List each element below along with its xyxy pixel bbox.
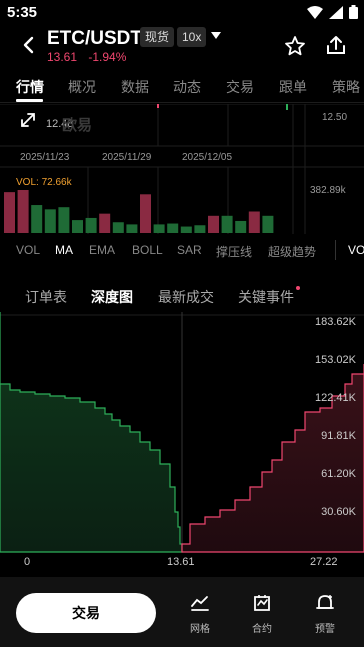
grid-chart-icon: [191, 596, 209, 611]
indicator-divider: [335, 240, 336, 260]
candle-tip: [286, 104, 288, 110]
back-icon[interactable]: [18, 34, 40, 56]
favorite-star-icon[interactable]: [284, 35, 306, 57]
volume-bar: [153, 224, 165, 233]
tab-market[interactable]: 行情: [16, 77, 44, 97]
volume-bar: [44, 209, 56, 233]
candle-tip: [157, 104, 159, 108]
tab-trade[interactable]: 交易: [226, 77, 254, 97]
volume-bar: [4, 192, 15, 233]
tab-key-events[interactable]: 关键事件: [238, 287, 294, 307]
volume-bar: [221, 215, 233, 233]
depth-y-tick: 91.81K: [321, 430, 357, 442]
watermark: 欧易: [62, 116, 92, 134]
volume-bar: [167, 223, 179, 233]
price-axis-label: 12.50: [322, 112, 347, 123]
status-time: 5:35: [7, 4, 38, 21]
date-label: 2025/12/05: [182, 152, 232, 163]
depth-y-tick: 30.60K: [321, 506, 357, 518]
volume-bar: [58, 207, 70, 233]
volume-bar: [208, 215, 219, 233]
share-icon[interactable]: [325, 34, 347, 56]
volume-bar: [235, 220, 247, 233]
leverage-badge: 10x: [177, 27, 207, 47]
volume-bar: [85, 217, 97, 233]
indicator-ema[interactable]: EMA: [89, 243, 115, 257]
tab-depth-chart[interactable]: 深度图: [91, 287, 133, 307]
volume-bar: [194, 225, 206, 233]
nav-alert-label: 预警: [315, 624, 335, 635]
last-price: 13.61: [47, 50, 78, 64]
volume-bar: [180, 226, 192, 233]
price-row: 13.61 -1.94%: [47, 50, 126, 64]
nav-contract-label: 合约: [252, 624, 272, 635]
tab-strategy[interactable]: 策略: [332, 77, 360, 97]
indicator-boll[interactable]: BOLL: [132, 243, 163, 257]
depth-chart-canvas: 183.62K 153.02K 122.41K 91.81K 61.20K 30…: [0, 312, 364, 568]
indicator-support-resistance[interactable]: 撑压线: [216, 243, 252, 260]
volume-bar: [31, 205, 43, 233]
indicator-vol[interactable]: VOL: [16, 243, 40, 257]
wifi-icon: [307, 5, 323, 19]
signal-icon: [329, 5, 343, 19]
nav-contract[interactable]: 合约: [242, 593, 282, 635]
depth-x-tick: 0: [24, 556, 30, 568]
tab-overview[interactable]: 概况: [68, 77, 96, 97]
nav-alert[interactable]: 预警: [305, 593, 345, 635]
indicator-ma[interactable]: MA: [55, 243, 73, 257]
vol-label: VOL: 72.66k: [16, 177, 73, 188]
market-type-badge: 现货: [140, 27, 175, 47]
date-label: 2025/11/29: [102, 152, 152, 163]
tab-copy-trading[interactable]: 跟单: [279, 77, 307, 97]
main-tabs: 行情 概况 数据 动态 交易 跟单 策略: [0, 73, 364, 103]
trade-button[interactable]: 交易: [16, 593, 156, 633]
expand-icon[interactable]: [21, 113, 35, 127]
contract-icon: [254, 595, 270, 611]
status-bar: 5:35: [0, 0, 364, 26]
volume-bar: [72, 220, 83, 233]
notification-dot: [296, 286, 300, 290]
nav-grid-label: 网格: [190, 624, 210, 635]
active-tab-indicator: [16, 99, 43, 102]
nav-grid[interactable]: 网格: [180, 593, 220, 635]
status-icons: [307, 5, 358, 19]
volume-bar: [262, 215, 274, 233]
tab-orderbook[interactable]: 订单表: [25, 287, 67, 307]
indicator-vo[interactable]: VO: [348, 243, 364, 257]
price-change: -1.94%: [88, 50, 127, 64]
volume-bar: [126, 224, 138, 233]
indicator-sar[interactable]: SAR: [177, 243, 202, 257]
pair-title[interactable]: ETC/USDT: [47, 28, 142, 50]
bid-depth-area: [0, 312, 183, 553]
bottom-action-bar: 交易 网格 合约 预警: [0, 577, 364, 647]
tab-latest-trades[interactable]: 最新成交: [158, 287, 214, 307]
volume-bar: [99, 213, 111, 233]
depth-x-tick: 27.22: [310, 556, 338, 568]
volume-bars: [4, 190, 274, 233]
depth-y-tick: 61.20K: [321, 468, 357, 480]
kline-chart[interactable]: 12.48 欧易 12.50 2025/11/23 2025/11/29 202…: [0, 103, 364, 234]
alert-bell-icon: [316, 595, 334, 609]
volume-bar: [17, 190, 29, 233]
tab-news[interactable]: 动态: [173, 77, 201, 97]
volume-bar: [112, 222, 124, 233]
depth-y-tick: 122.41K: [315, 392, 357, 404]
depth-chart[interactable]: 183.62K 153.02K 122.41K 91.81K 61.20K 30…: [0, 312, 364, 577]
depth-y-tick: 153.02K: [315, 354, 357, 366]
indicator-tabs: VOL MA EMA BOLL SAR 撑压线 超级趋势 VO: [0, 240, 364, 262]
depth-x-tick: 13.61: [167, 556, 195, 568]
sub-tabs: 订单表 深度图 最新成交 关键事件: [0, 284, 364, 310]
vol-axis-label: 382.89k: [310, 185, 347, 196]
date-label: 2025/11/23: [20, 152, 70, 163]
indicator-supertrend[interactable]: 超级趋势: [268, 243, 316, 260]
volume-bar: [248, 211, 260, 233]
battery-icon: [349, 5, 358, 19]
kline-canvas: 12.48 欧易 12.50 2025/11/23 2025/11/29 202…: [0, 103, 364, 234]
header: ETC/USDT 现货 10x 13.61 -1.94%: [0, 26, 364, 66]
volume-bar: [140, 194, 151, 233]
pair-dropdown-caret-icon[interactable]: [211, 32, 221, 39]
depth-y-tick: 183.62K: [315, 316, 357, 328]
tab-data[interactable]: 数据: [121, 77, 149, 97]
